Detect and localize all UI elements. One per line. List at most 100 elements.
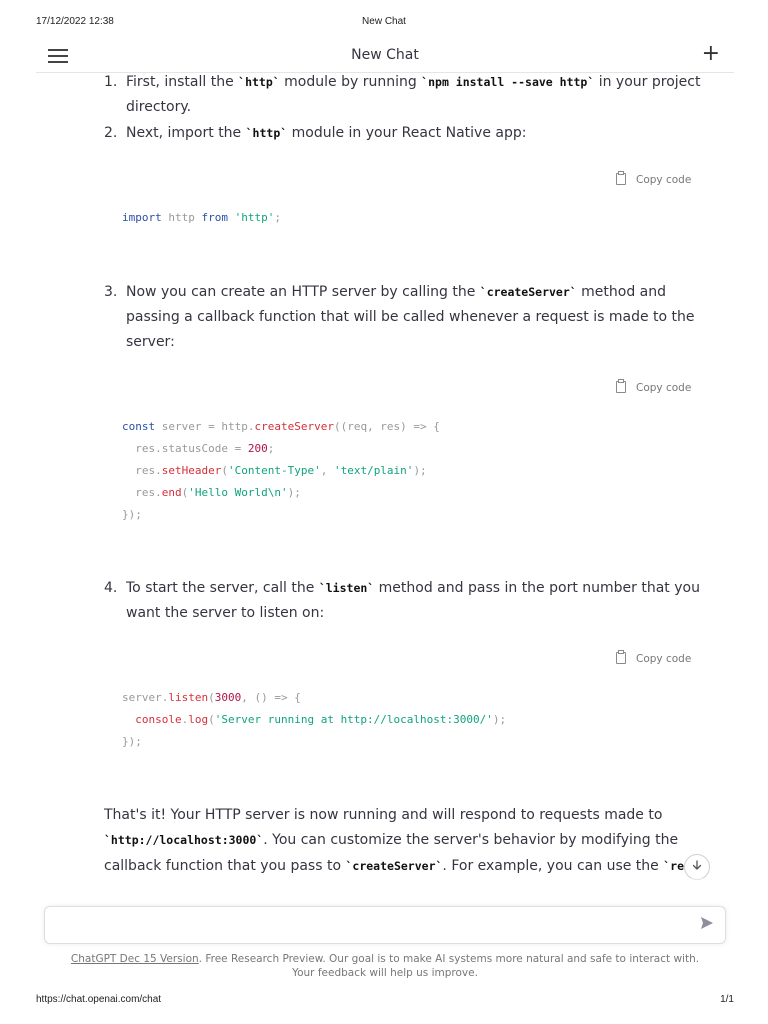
step-3-line-3: server: (126, 334, 175, 350)
message-input[interactable] (55, 915, 679, 937)
step-1-line-1: First, install the `http` module by runn… (126, 70, 700, 96)
print-url: https://chat.openai.com/chat (36, 994, 162, 1005)
step-text: To start the server, call the (126, 580, 319, 596)
code-line: const server = http.createServer((req, r… (122, 416, 440, 438)
code-line: }); (122, 731, 506, 753)
step-3-line-2: passing a callback function that will be… (126, 309, 695, 325)
step-text: method and (576, 284, 667, 300)
code-token: setHeader (161, 464, 222, 477)
print-footer: https://chat.openai.com/chat 1/1 (0, 994, 768, 1008)
code-token: ( (208, 691, 215, 704)
print-page-number: 1/1 (720, 994, 734, 1005)
footer-disclaimer: ChatGPT Dec 15 Version. Free Research Pr… (60, 952, 710, 980)
step-1-line-2: directory. (126, 99, 192, 115)
code-token: 'Hello World\n' (188, 486, 288, 499)
inline-code: `listen` (318, 581, 375, 595)
code-token: 3000 (214, 691, 242, 704)
code-token: }); (122, 508, 142, 521)
code-line: console.log('Server running at http://lo… (122, 709, 506, 731)
clipboard-icon (616, 650, 626, 664)
step-number: 4. (104, 580, 118, 596)
print-page-title: New Chat (362, 16, 406, 27)
code-token: ); (413, 464, 427, 477)
inline-code: `req (663, 859, 684, 873)
code-token: listen (168, 691, 209, 704)
step-text: module in your React Native app: (287, 125, 527, 141)
step-3-line-1: Now you can create an HTTP server by cal… (126, 280, 666, 306)
code-token: , (320, 464, 334, 477)
closing-text: . For example, you can use the (442, 858, 664, 874)
code-token: res. (122, 486, 162, 499)
copy-code-label: Copy code (636, 653, 692, 665)
code-token: ); (492, 713, 507, 726)
copy-code-label: Copy code (636, 174, 692, 186)
code-line: res.end('Hello World\n'); (122, 482, 440, 504)
code-token: 'text/plain' (333, 464, 414, 477)
inline-code: `npm install --save http` (421, 75, 595, 89)
code-token: http (161, 211, 202, 224)
code-token: const (122, 420, 156, 433)
code-token: ( (208, 713, 215, 726)
copy-code-label: Copy code (636, 382, 692, 394)
send-icon[interactable] (699, 915, 715, 931)
code-token: server. (122, 691, 169, 704)
code-line: import http from 'http'; (122, 207, 281, 229)
clipboard-icon (616, 171, 626, 185)
code-token: ); (287, 486, 301, 499)
version-link[interactable]: ChatGPT Dec 15 Version (71, 953, 199, 965)
step-2-line-1: Next, import the `http` module in your R… (126, 121, 526, 147)
inline-code: `createServer` (479, 285, 577, 299)
content-fade (100, 878, 720, 904)
code-token: 'Server running at http://localhost:3000… (214, 713, 493, 726)
code-token: server = http. (155, 420, 255, 433)
step-4-line-1: To start the server, call the `listen` m… (126, 576, 700, 602)
code-token: log (188, 713, 209, 726)
chat-topbar: New Chat + (36, 40, 734, 73)
inline-code: `http://localhost:3000` (104, 833, 264, 847)
closing-line-1: That's it! Your HTTP server is now runni… (104, 807, 663, 823)
code-token: }); (122, 735, 142, 748)
code-token: ; (274, 211, 281, 224)
code-line: server.listen(3000, () => { (122, 687, 506, 709)
code-token: res.statusCode = (122, 442, 248, 455)
code-block-1: import http from 'http'; (122, 207, 281, 229)
code-token: 'Content-Type' (227, 464, 321, 477)
step-number: 2. (104, 125, 118, 141)
copy-code-button[interactable]: Copy code (616, 650, 692, 667)
code-token: 200 (247, 442, 268, 455)
step-number: 1. (104, 74, 118, 90)
step-4-line-2: want the server to listen on: (126, 605, 325, 621)
step-text: First, install the (126, 74, 239, 90)
copy-code-button[interactable]: Copy code (616, 379, 692, 396)
step-text: Now you can create an HTTP server by cal… (126, 284, 480, 300)
step-text: method and pass in the port number that … (374, 580, 700, 596)
arrow-down-icon (692, 860, 702, 870)
code-token: ; (267, 442, 275, 455)
code-token: import (122, 211, 162, 224)
copy-code-button[interactable]: Copy code (616, 171, 692, 188)
inline-code: `createServer` (345, 859, 443, 873)
code-token: end (161, 486, 182, 499)
code-token: from (201, 211, 229, 224)
chat-title: New Chat (351, 47, 419, 63)
step-text: module by running (279, 74, 422, 90)
code-token: createServer (254, 420, 334, 433)
closing-line-3: callback function that you pass to `crea… (104, 854, 684, 880)
print-header: 17/12/2022 12:38 New Chat (0, 16, 768, 30)
scroll-to-bottom-button[interactable] (684, 854, 710, 880)
closing-line-2: `http://localhost:3000`. You can customi… (104, 828, 678, 854)
code-token: res. (122, 464, 162, 477)
closing-text: . You can customize the server's behavio… (263, 832, 679, 848)
closing-text: callback function that you pass to (104, 858, 346, 874)
disclaimer-text: . Free Research Preview. Our goal is to … (198, 953, 700, 979)
clipboard-icon (616, 379, 626, 393)
code-line: res.setHeader('Content-Type', 'text/plai… (122, 460, 440, 482)
inline-code: `http` (238, 75, 280, 89)
plus-icon[interactable]: + (702, 42, 720, 66)
step-text: Next, import the (126, 125, 246, 141)
code-token: , () => { (241, 691, 301, 704)
code-block-3: server.listen(3000, () => { console.log(… (122, 687, 506, 753)
code-token: ( (221, 464, 228, 477)
